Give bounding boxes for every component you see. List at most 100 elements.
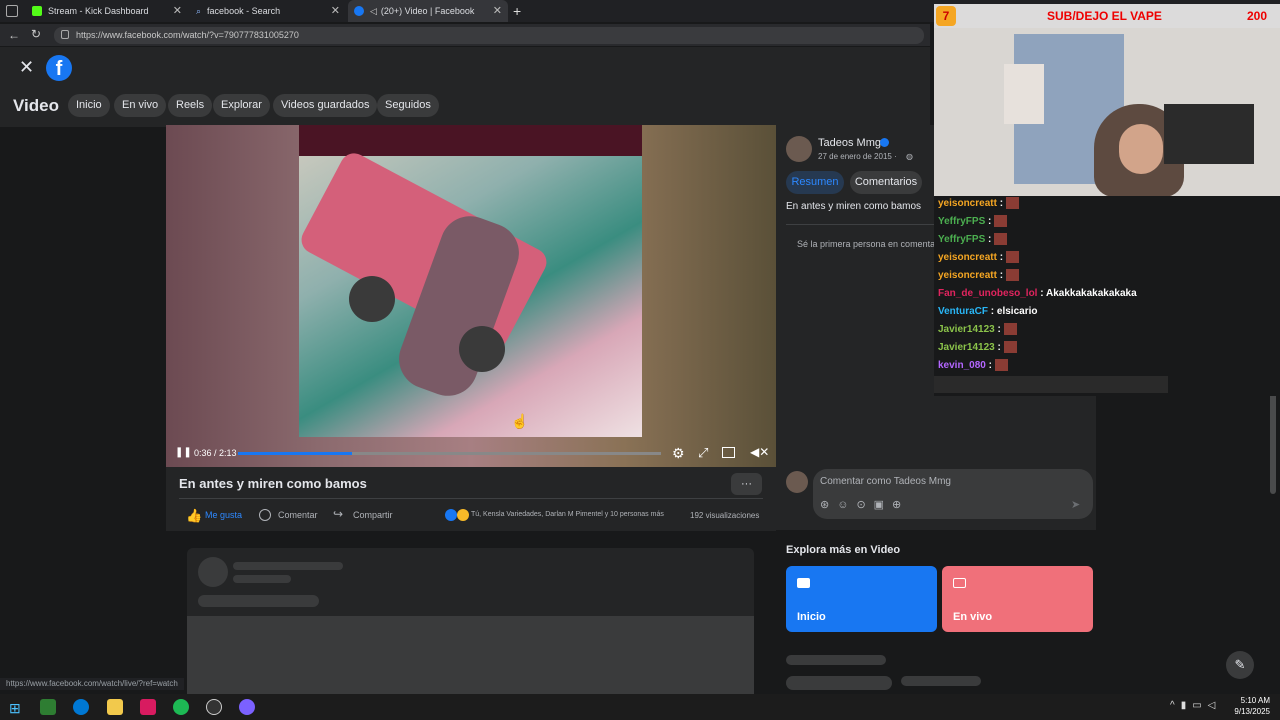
facebook-logo-icon[interactable]: f — [46, 55, 72, 81]
close-icon[interactable]: ✕ — [493, 4, 502, 17]
tab-facebook[interactable]: ◁ (20+) Video | Facebook ✕ — [348, 0, 508, 22]
chat-separator: : — [985, 216, 995, 227]
chat-username[interactable]: Fan_de_unobeso_lol — [938, 288, 1037, 299]
chat-message: Javier14123 : — [938, 340, 1017, 356]
system-tray-icons[interactable]: ^▮▭◁ — [1170, 700, 1221, 711]
app-icon[interactable] — [140, 699, 156, 715]
send-icon[interactable]: ➤ — [1071, 498, 1080, 511]
nav-explorar[interactable]: Explorar — [213, 94, 270, 117]
edge-icon[interactable] — [73, 699, 89, 715]
card-label: Inicio — [797, 611, 826, 623]
emote-icon — [1003, 341, 1017, 354]
reload-icon[interactable]: ↻ — [31, 27, 41, 41]
speaker-icon[interactable]: ◁ — [370, 6, 377, 17]
chat-separator: : — [996, 198, 1006, 209]
video-time: 0:36 / 2:13 — [194, 448, 237, 458]
like-icon[interactable]: 👍 — [186, 508, 202, 524]
globe-icon: ◍ — [906, 152, 913, 161]
windows-start-icon[interactable]: ⊞ — [9, 700, 21, 717]
tab-comentarios[interactable]: Comentarios — [850, 171, 922, 194]
wheel-shape — [459, 326, 505, 372]
close-icon[interactable]: ✕ — [331, 4, 340, 17]
chat-message: YeffryFPS : — [938, 214, 1008, 230]
nav-en-vivo[interactable]: En vivo — [114, 94, 167, 117]
spotify-icon[interactable] — [173, 699, 189, 715]
app-icon[interactable] — [239, 699, 255, 715]
chat-username[interactable]: yeisoncreatt — [938, 270, 997, 281]
share-button[interactable]: Compartir — [353, 510, 393, 520]
chat-username[interactable]: YeffryFPS — [938, 234, 985, 245]
file-explorer-icon[interactable] — [107, 699, 123, 715]
progress-track[interactable] — [238, 452, 661, 455]
chat-separator: : — [996, 252, 1006, 263]
chat-message: Javier14123 : — [938, 322, 1017, 338]
comment-icon[interactable] — [259, 509, 271, 521]
chat-separator: : — [985, 360, 995, 371]
post-caption: En antes y miren como bamos — [786, 201, 922, 212]
treadmill-shape — [1164, 104, 1254, 164]
emote-icon — [1005, 269, 1019, 282]
wheel-shape — [349, 276, 395, 322]
cursor-icon: ☝ — [511, 413, 529, 429]
chat-separator: : — [996, 270, 1006, 281]
nav-seguidos[interactable]: Seguidos — [377, 94, 439, 117]
reactions-text[interactable]: Tú, Kenslа Variedades, Darlan M Pimentel… — [471, 511, 664, 518]
tab-resumen[interactable]: Resumen — [786, 171, 844, 194]
explore-card-inicio[interactable]: Inicio — [786, 566, 937, 632]
close-icon[interactable]: ✕ — [173, 4, 182, 17]
url-field[interactable]: https://www.facebook.com/watch/?v=790777… — [54, 27, 924, 44]
nav-reels[interactable]: Reels — [168, 94, 213, 117]
tab-menu-icon[interactable] — [6, 5, 18, 17]
chat-username[interactable]: Javier14123 — [938, 324, 995, 335]
explore-card-en-vivo[interactable]: En vivo — [942, 566, 1093, 632]
chat-bottom — [934, 376, 1168, 393]
nav-inicio[interactable]: Inicio — [68, 94, 110, 117]
chat-username[interactable]: yeisoncreatt — [938, 198, 997, 209]
avatar[interactable] — [786, 136, 812, 162]
chat-username[interactable]: VenturaCF — [938, 306, 988, 317]
chat-username[interactable]: YeffryFPS — [938, 216, 985, 227]
settings-icon[interactable]: ⚙ — [672, 445, 685, 462]
verified-icon — [880, 138, 889, 147]
emote-icon — [994, 359, 1008, 372]
mute-icon[interactable]: ◀✕ — [750, 445, 769, 459]
new-tab-button[interactable]: + — [513, 3, 521, 19]
webcam-overlay — [934, 4, 1280, 197]
like-button[interactable]: Me gusta — [205, 510, 242, 520]
chat-text: Akakkakakakakaka — [1045, 288, 1137, 299]
back-icon[interactable]: ← — [8, 28, 20, 42]
haha-reaction-icon — [457, 509, 469, 521]
search-icon: ⌕ — [196, 6, 202, 16]
chat-username[interactable]: Javier14123 — [938, 342, 995, 353]
obs-icon[interactable] — [206, 699, 222, 715]
emote-icon — [994, 233, 1008, 246]
chat-separator: : — [994, 342, 1004, 353]
chat-username[interactable]: yeisoncreatt — [938, 252, 997, 263]
comment-button[interactable]: Comentar — [278, 510, 318, 520]
author-name[interactable]: Tadeos Mmg — [818, 137, 881, 149]
chat-text: elsicario — [996, 306, 1038, 317]
comment-input[interactable]: Comentar como Tadeos Mmg — [820, 476, 951, 487]
post-date[interactable]: 27 de enero de 2015 · — [818, 152, 897, 161]
pause-icon[interactable]: ❚❚ — [175, 447, 192, 458]
more-button[interactable]: ··· — [731, 473, 762, 495]
comment-tools-icon[interactable]: ⊛☺⊙▣⊕ — [820, 498, 909, 511]
avatar — [786, 471, 808, 493]
fullscreen-icon[interactable]: ⤢ — [698, 445, 708, 461]
terminal-icon[interactable] — [40, 699, 56, 715]
loading-placeholder — [198, 595, 319, 607]
site-info-icon[interactable] — [61, 30, 69, 39]
emote-icon — [1005, 197, 1019, 210]
divider — [786, 224, 934, 225]
tab-kick[interactable]: Stream - Kick Dashboard ✕ — [26, 0, 188, 22]
chat-message: yeisoncreatt : — [938, 196, 1019, 212]
chat-username[interactable]: kevin_080 — [938, 360, 986, 371]
close-icon[interactable]: ✕ — [19, 57, 34, 78]
tab-search[interactable]: ⌕ facebook - Search ✕ — [190, 0, 346, 22]
loading-placeholder — [786, 676, 892, 690]
pip-icon[interactable] — [722, 447, 735, 458]
new-message-icon[interactable]: ✎ — [1226, 651, 1254, 679]
share-icon[interactable]: ↪ — [333, 507, 343, 521]
video-image — [296, 148, 642, 437]
nav-videos-guardados[interactable]: Videos guardados — [273, 94, 378, 117]
